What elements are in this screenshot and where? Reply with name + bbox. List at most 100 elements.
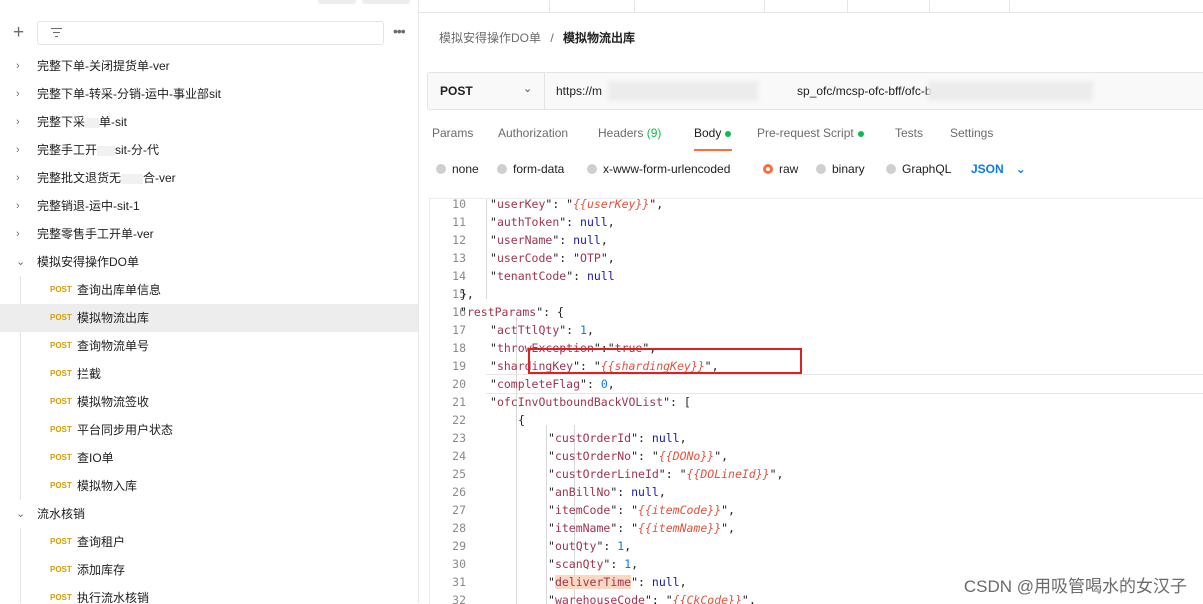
line-number: 27: [452, 503, 466, 517]
more-options-icon[interactable]: •••: [393, 23, 406, 39]
request-tab-strip: [419, 0, 1203, 13]
folder-item[interactable]: › 完整手工开 sit-分-代: [0, 136, 418, 164]
code-text: "custOrderId": null,: [548, 431, 687, 445]
request-item[interactable]: POST 模拟物流签收: [0, 388, 418, 416]
tab-body[interactable]: Body: [694, 126, 732, 151]
radio-none[interactable]: none: [436, 162, 479, 176]
request-item[interactable]: POST 查询物流单号: [0, 332, 418, 360]
breadcrumb-parent[interactable]: 模拟安得操作DO单: [439, 31, 541, 45]
line-number: 26: [452, 485, 466, 499]
request-item[interactable]: POST 查询出库单信息: [0, 276, 418, 304]
request-item[interactable]: POST 平台同步用户状态: [0, 416, 418, 444]
code-text: "warehouseCode": "{{CkCode}}",: [548, 593, 756, 604]
radio-icon: [587, 164, 597, 174]
radio-raw[interactable]: raw: [763, 162, 798, 176]
line-number: 12: [452, 233, 466, 247]
line-number: 14: [452, 269, 466, 283]
collections-sidebar: + ••• › 完整下单-关闭提货单-ver › 完整下单-转采-分销-运中-事业部…: [0, 0, 419, 603]
sidebar-top-button[interactable]: [318, 0, 356, 4]
line-number: 18: [452, 341, 466, 355]
folder-item-open[interactable]: ⌄ 模拟安得操作DO单: [0, 248, 418, 276]
folder-item[interactable]: › 完整销退-运中-sit-1: [0, 192, 418, 220]
code-text: {: [518, 413, 525, 427]
add-collection-icon[interactable]: +: [13, 23, 24, 43]
code-line: 12 "userName": null,: [430, 231, 1203, 249]
radio-form-data[interactable]: form-data: [497, 162, 564, 176]
request-pane: 模拟安得操作DO单 / 模拟物流出库 POST ⌄ https://m sp_of…: [419, 0, 1203, 604]
code-line: 28 "itemName": "{{itemName}}",: [430, 519, 1203, 537]
line-number: 20: [452, 377, 466, 391]
line-number: 17: [452, 323, 466, 337]
request-item[interactable]: POST 执行流水核销: [0, 584, 418, 603]
sidebar-top-strip: [0, 0, 418, 8]
radio-x-www-form-urlencoded[interactable]: x-www-form-urlencoded: [587, 162, 730, 176]
tab-divider: [929, 0, 930, 12]
tab-tests[interactable]: Tests: [895, 126, 923, 140]
code-editor[interactable]: 10 "userKey": "{{userKey}}", 11 "authToken"…: [429, 198, 1203, 604]
code-line: 24 "custOrderNo": "{{DONo}}",: [430, 447, 1203, 465]
format-select[interactable]: JSON ⌄: [971, 162, 1026, 176]
redacted-block: [97, 145, 116, 156]
tab-divider: [847, 0, 848, 12]
request-item[interactable]: POST 拦截: [0, 360, 418, 388]
request-item[interactable]: POST 添加库存: [0, 556, 418, 584]
folder-children: POST 查询租户 POST 添加库存 POST 执行流水核销: [0, 528, 418, 603]
folder-item[interactable]: › 完整下单-关闭提货单-ver: [0, 52, 418, 80]
folder-item[interactable]: › 完整下采 单-sit: [0, 108, 418, 136]
code-text: "tenantCode": null: [490, 269, 615, 283]
folder-item[interactable]: › 完整零售手工开单-ver: [0, 220, 418, 248]
line-number: 25: [452, 467, 466, 481]
code-line: 30 "scanQty": 1,: [430, 555, 1203, 573]
radio-binary[interactable]: binary: [816, 162, 865, 176]
tab-authorization[interactable]: Authorization: [498, 126, 568, 140]
chevron-right-icon: ›: [16, 172, 20, 184]
folder-item[interactable]: › 完整批文退货无 合-ver: [0, 164, 418, 192]
tab-settings[interactable]: Settings: [950, 126, 993, 140]
method-select[interactable]: POST ⌄: [428, 73, 545, 109]
code-line: 10 "userKey": "{{userKey}}",: [430, 199, 1203, 213]
line-number: 19: [452, 359, 466, 373]
code-line: 13 "userCode": "OTP",: [430, 249, 1203, 267]
filter-input[interactable]: [37, 21, 384, 45]
folder-item-open[interactable]: ⌄ 流水核销: [0, 500, 418, 528]
sidebar-toolbar: + •••: [0, 19, 418, 49]
tab-divider: [549, 0, 550, 12]
line-number: 13: [452, 251, 466, 265]
chevron-down-icon: ⌄: [523, 83, 533, 95]
radio-icon: [816, 164, 826, 174]
code-line: 26 "anBillNo": null,: [430, 483, 1203, 501]
collection-tree: › 完整下单-关闭提货单-ver › 完整下单-转采-分销-运中-事业部sit › 完…: [0, 52, 418, 603]
sidebar-top-button[interactable]: [362, 0, 410, 4]
redacted-block: [121, 173, 144, 184]
radio-graphql[interactable]: GraphQL: [886, 162, 951, 176]
tab-headers[interactable]: Headers (9): [598, 126, 661, 140]
code-text: "restParams": {: [460, 305, 564, 319]
request-item-selected[interactable]: POST 模拟物流出库: [0, 304, 418, 332]
tab-pre-request-script[interactable]: Pre-request Script: [757, 126, 864, 140]
line-number: 31: [452, 575, 466, 589]
line-number: 28: [452, 521, 466, 535]
code-line: 11 "authToken": null,: [430, 213, 1203, 231]
folder-item[interactable]: › 完整下单-转采-分销-运中-事业部sit: [0, 80, 418, 108]
filter-icon: [51, 28, 62, 37]
redaction-mask: [928, 81, 1093, 101]
code-text: "custOrderNo": "{{DONo}}",: [548, 449, 729, 463]
tab-params[interactable]: Params: [432, 126, 473, 140]
line-number: 22: [452, 413, 466, 427]
code-line: 25 "custOrderLineId": "{{DOLineId}}",: [430, 465, 1203, 483]
line-number: 11: [452, 215, 466, 229]
radio-selected-icon: [763, 164, 773, 174]
request-item[interactable]: POST 查询租户: [0, 528, 418, 556]
code-line: 27 "itemCode": "{{itemCode}}",: [430, 501, 1203, 519]
line-number: 32: [452, 593, 466, 604]
request-item[interactable]: POST 模拟物入库: [0, 472, 418, 500]
breadcrumb-current: 模拟物流出库: [563, 31, 636, 45]
radio-icon: [497, 164, 507, 174]
chevron-down-icon: ⌄: [16, 508, 26, 520]
code-text: "userCode": "OTP",: [490, 251, 615, 265]
code-text: "actTtlQty": 1,: [490, 323, 594, 337]
code-text: "itemName": "{{itemName}}",: [548, 521, 735, 535]
script-indicator-dot: [857, 130, 864, 137]
folder-children: POST 查询出库单信息 POST 模拟物流出库 POST 查询物流单号 POST 拦截…: [0, 276, 418, 500]
request-item[interactable]: POST 查IO单: [0, 444, 418, 472]
